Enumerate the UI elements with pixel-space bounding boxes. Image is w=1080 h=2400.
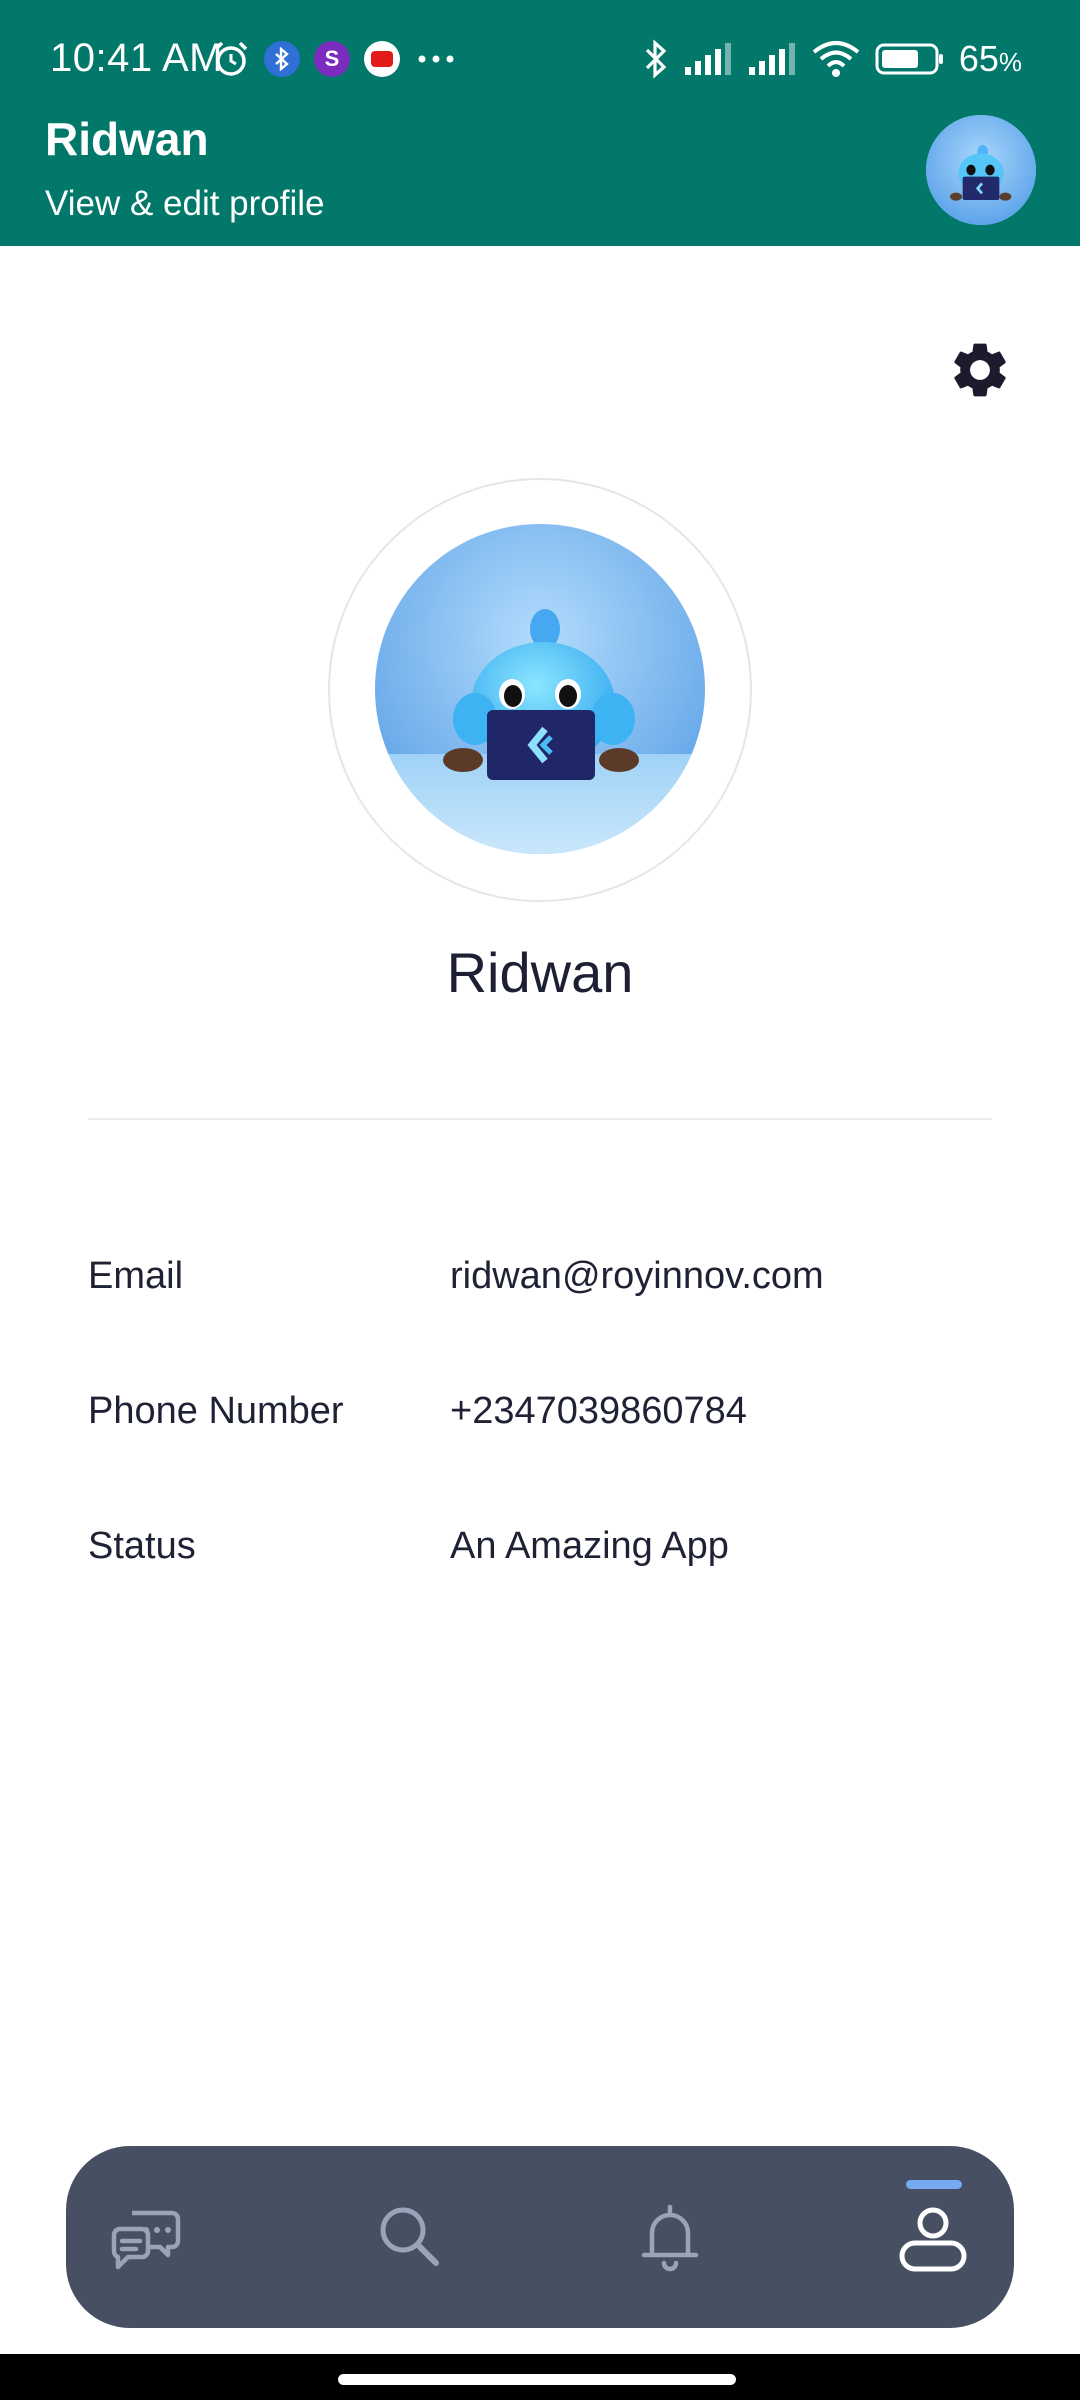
person-icon: [899, 2207, 967, 2272]
battery-unit: %: [998, 47, 1022, 77]
profile-screen: 10:41 AM S 65% Ridwan View & edit profil…: [0, 0, 1080, 2400]
info-row-email: Email ridwan@royinnov.com: [88, 1255, 1048, 1315]
bluetooth-app-icon: [264, 41, 300, 77]
profile-name: Ridwan: [446, 941, 634, 1004]
phone-value[interactable]: +2347039860784: [450, 1390, 747, 1433]
bottom-nav: [66, 2146, 1014, 2328]
info-row-phone: Phone Number +2347039860784: [88, 1390, 1048, 1450]
bell-icon: [641, 2204, 699, 2272]
signal-icon: [684, 43, 731, 75]
email-value[interactable]: ridwan@royinnov.com: [450, 1255, 824, 1298]
alarm-icon: [214, 41, 248, 76]
battery-icon: [875, 43, 943, 75]
settings-button[interactable]: [940, 330, 1020, 410]
nav-item-search[interactable]: [330, 2146, 490, 2328]
header-subtitle[interactable]: View & edit profile: [45, 184, 325, 224]
info-row-status: Status An Amazing App: [88, 1525, 1048, 1585]
status-bar: 10:41 AM S 65%: [0, 0, 1080, 118]
home-indicator[interactable]: [338, 2374, 736, 2385]
gear-icon: [954, 343, 1006, 397]
signal-icon: [748, 43, 795, 75]
status-time: 10:41 AM: [50, 36, 224, 80]
profile-avatar[interactable]: [375, 524, 705, 854]
header-title[interactable]: Ridwan: [45, 112, 209, 166]
search-icon: [380, 2207, 439, 2266]
wifi-icon: [812, 41, 860, 77]
nav-item-notifications[interactable]: [590, 2146, 750, 2328]
battery-percent: 65: [958, 38, 999, 79]
email-label: Email: [88, 1255, 184, 1297]
app-bar: 10:41 AM S 65% Ridwan View & edit profil…: [0, 0, 1080, 246]
divider: [88, 1118, 992, 1120]
chat-bubbles-icon: [111, 2210, 181, 2270]
nav-item-profile[interactable]: [853, 2146, 1013, 2328]
header-avatar[interactable]: [926, 115, 1036, 225]
nav-item-chats[interactable]: [66, 2146, 226, 2328]
bluetooth-icon: [645, 39, 667, 79]
status-label: Status: [88, 1525, 196, 1567]
phone-label: Phone Number: [88, 1390, 344, 1432]
status-value[interactable]: An Amazing App: [450, 1525, 729, 1568]
music-app-icon: S: [314, 41, 350, 77]
more-dots-icon: [418, 55, 454, 63]
mascot-avatar-small: [926, 115, 1036, 225]
mascot-avatar: [375, 524, 705, 854]
youtube-icon: [364, 41, 400, 77]
